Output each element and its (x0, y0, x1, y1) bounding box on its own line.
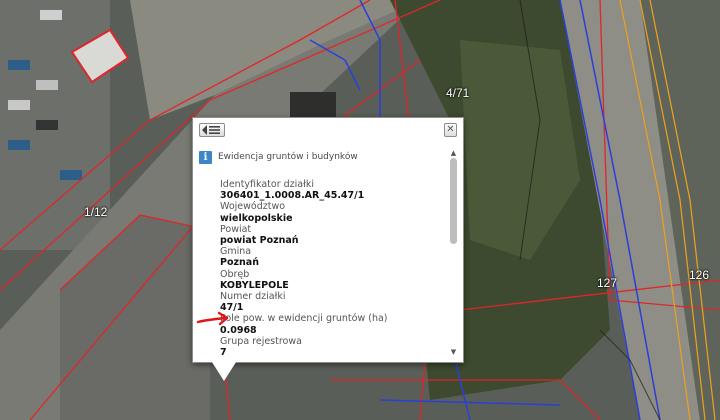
info-icon: i (199, 150, 212, 164)
parcel-label: 1/12 (84, 205, 108, 219)
identify-popup: ✕ i Ewidencja gruntów i budynków Identyf… (192, 117, 464, 363)
close-button[interactable]: ✕ (444, 123, 457, 137)
field-label: Pole pow. w ewidencji gruntów (ha) (220, 313, 388, 325)
field-value: 7 (220, 347, 227, 356)
field-label: Identyfikator działki (220, 179, 314, 190)
field-value: 0.0968 (220, 324, 257, 336)
scroll-down-icon[interactable]: ▼ (449, 347, 458, 356)
field-label: Obręb (220, 268, 250, 280)
back-button[interactable] (199, 123, 225, 137)
list-back-icon (202, 125, 220, 135)
parcel-label: 4/71 (446, 86, 470, 100)
popup-content[interactable]: i Ewidencja gruntów i budynków Identyfik… (199, 148, 447, 356)
popup-pointer (210, 359, 238, 381)
field-label: Województwo (220, 201, 286, 213)
scrollbar-track[interactable] (450, 158, 457, 346)
field-value: 47/1 (220, 302, 244, 314)
field-value: 306401_1.0008.AR_45.47/1 (220, 190, 365, 202)
scrollbar[interactable]: ▲ ▼ (449, 148, 458, 356)
parcel-label: 127 (597, 276, 618, 290)
field-value: KOBYLEPOLE (220, 279, 289, 291)
section-header: i Ewidencja gruntów i budynków (199, 148, 447, 166)
highlight-arrow-icon (196, 311, 229, 326)
field-value: powiat Poznań (220, 235, 299, 247)
field-value: Poznań (220, 257, 259, 269)
section-title: Ewidencja gruntów i budynków (218, 152, 358, 162)
field-value: wielkopolskie (220, 212, 293, 224)
field-label: Numer działki (220, 291, 286, 303)
field-label: Gmina (220, 246, 252, 258)
close-icon: ✕ (446, 124, 455, 135)
field-label: Grupa rejestrowa (220, 335, 302, 347)
attribute-list: Identyfikator działki 306401_1.0008.AR_45… (220, 179, 447, 356)
scrollbar-thumb[interactable] (450, 158, 457, 244)
parcel-label: 126 (689, 268, 710, 282)
field-label: Powiat (220, 223, 252, 235)
scroll-up-icon[interactable]: ▲ (449, 148, 458, 157)
